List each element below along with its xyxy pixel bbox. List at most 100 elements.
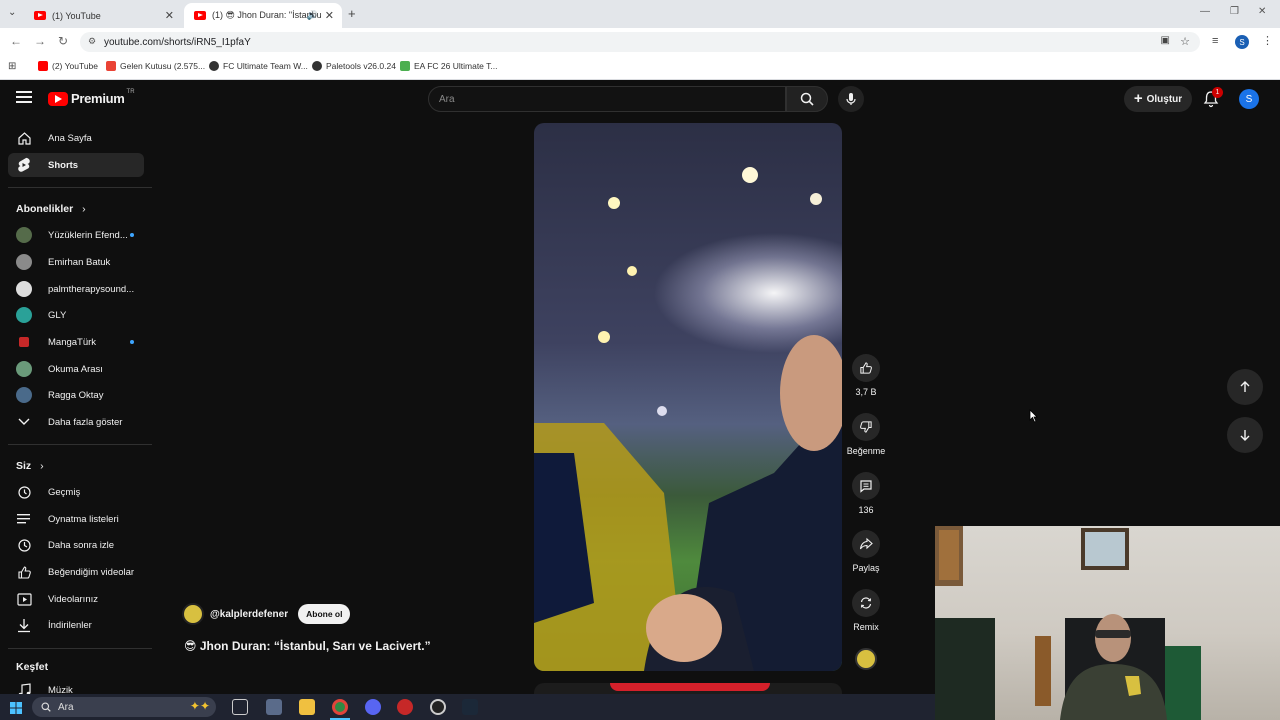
sidebar-item-label: Oynatma listeleri (48, 513, 119, 525)
youtube-header: Premium TR Ara + Oluştur 1 S (0, 80, 1280, 120)
sidebar-item-liked-videos[interactable]: Beğendiğim videolar (8, 560, 144, 584)
bookmark-star-icon[interactable]: ☆ (1180, 35, 1190, 48)
account-avatar[interactable]: S (1239, 89, 1259, 109)
you-heading[interactable]: Siz › (16, 460, 44, 472)
youtube-favicon-icon (38, 61, 48, 71)
install-app-icon[interactable]: ▣ (1161, 35, 1170, 46)
sidebar-item-label: İndirilenler (48, 619, 92, 631)
remix-button[interactable]: Remix (848, 589, 884, 632)
sidebar-item-subscription[interactable]: Ragga Oktay (8, 383, 144, 407)
media-controls-icon[interactable]: ≡ (1212, 35, 1218, 47)
create-button[interactable]: + Oluştur (1124, 86, 1192, 112)
minimize-icon[interactable]: — (1200, 6, 1210, 17)
globe-icon (209, 61, 219, 71)
sidebar-item-home[interactable]: Ana Sayfa (8, 126, 144, 150)
channel-handle[interactable]: @kalplerdefener (210, 609, 288, 620)
share-button[interactable]: Paylaş (848, 530, 884, 573)
next-short-button[interactable] (1227, 417, 1263, 453)
sidebar-item-subscription[interactable]: GLY (8, 303, 144, 327)
like-button[interactable]: 3,7 B (848, 354, 884, 397)
bookmark-ea-fc[interactable]: EA FC 26 Ultimate T... (400, 61, 497, 71)
youtube-favicon-icon (194, 11, 206, 20)
bookmark-paletools[interactable]: Paletools v26.0.24 (312, 61, 396, 71)
channel-avatar (16, 361, 32, 377)
file-explorer-icon[interactable] (299, 699, 315, 715)
bookmark-fc-ultimate[interactable]: FC Ultimate Team W... (209, 61, 308, 71)
create-label: Oluştur (1146, 93, 1183, 105)
search-button[interactable] (786, 86, 828, 112)
history-icon (16, 484, 32, 500)
apps-grid-icon[interactable]: ⊞ (8, 61, 16, 72)
browser-tab-bar: ⌄ (1) YouTube ✕ (1) 😎 Jhon Duran: "İstan… (0, 0, 1280, 28)
channel-avatar (16, 254, 32, 270)
obs-icon[interactable] (397, 699, 413, 715)
youtube-favicon-icon (34, 11, 46, 20)
logo-text: Premium (71, 91, 125, 106)
notifications-button[interactable]: 1 (1203, 87, 1223, 113)
shorts-video-player[interactable] (534, 123, 842, 671)
tab-search-chevron-icon[interactable]: ⌄ (8, 7, 16, 18)
voice-search-button[interactable] (838, 86, 864, 112)
profile-avatar-icon[interactable]: S (1235, 35, 1249, 49)
calculator-icon[interactable] (266, 699, 282, 715)
sidebar-item-history[interactable]: Geçmiş (8, 480, 144, 504)
bookmark-youtube[interactable]: (2) YouTube (38, 61, 98, 71)
channel-avatar[interactable] (182, 603, 204, 625)
video-frame-illustration (534, 167, 842, 671)
show-more-button[interactable]: Daha fazla göster (8, 410, 144, 434)
menu-icon[interactable] (16, 90, 32, 109)
previous-short-button[interactable] (1227, 369, 1263, 405)
tab-youtube-home[interactable]: (1) YouTube ✕ (24, 3, 182, 28)
sidebar-item-your-videos[interactable]: Videolarınız (8, 587, 144, 611)
sidebar-item-subscription[interactable]: Yüzüklerin Efend... (8, 223, 144, 247)
taskbar-search-input[interactable]: Ara ✦✦ (32, 697, 216, 717)
reload-icon[interactable]: ↻ (58, 34, 68, 48)
comment-count: 136 (858, 505, 874, 515)
close-tab-icon[interactable]: ✕ (325, 9, 334, 22)
dislike-button[interactable]: Beğenme (844, 413, 888, 456)
youtube-premium-logo[interactable]: Premium TR (48, 89, 135, 106)
taskbar-search-placeholder: Ara (58, 701, 74, 713)
close-window-icon[interactable]: ✕ (1258, 6, 1266, 17)
new-tab-icon[interactable]: + (348, 6, 356, 21)
sidebar-item-label: Yüzüklerin Efend... (48, 229, 128, 241)
sidebar-item-subscription[interactable]: Okuma Arası (8, 357, 144, 381)
subscriptions-heading[interactable]: Abonelikler › (16, 203, 86, 215)
sidebar-item-subscription[interactable]: palmtherapysound... (8, 277, 144, 301)
sidebar-item-playlists[interactable]: Oynatma listeleri (8, 507, 144, 531)
chrome-icon[interactable] (332, 699, 348, 715)
comments-button[interactable]: 136 (848, 472, 884, 515)
discord-icon[interactable] (365, 699, 381, 715)
audio-playing-icon[interactable]: 🔊 (307, 10, 318, 21)
sidebar-item-label: palmtherapysound... (48, 283, 135, 295)
site-info-icon[interactable]: ⚙ (88, 36, 96, 47)
shorts-icon (16, 157, 32, 173)
close-tab-icon[interactable]: ✕ (165, 9, 174, 22)
you-title: Siz (16, 460, 32, 472)
sidebar-item-downloads[interactable]: İndirilenler (8, 613, 144, 637)
sidebar-item-subscription[interactable]: MangaTürk (8, 330, 144, 354)
comment-icon (852, 472, 880, 500)
back-icon[interactable]: ← (10, 34, 22, 48)
restore-icon[interactable]: ❐ (1230, 6, 1239, 17)
youtube-logo-icon (48, 91, 68, 106)
browser-menu-icon[interactable]: ⋮ (1262, 34, 1273, 47)
windows-taskbar: Ara ✦✦ (0, 694, 935, 720)
sidebar-item-shorts[interactable]: Shorts (8, 153, 144, 177)
subscribe-button[interactable]: Abone ol (298, 604, 351, 624)
like-count: 3,7 B (855, 387, 877, 397)
steam-icon[interactable] (462, 699, 478, 715)
forward-icon[interactable]: → (34, 34, 46, 48)
app-icon[interactable] (430, 699, 446, 715)
sidebar-item-label: Daha fazla göster (48, 416, 123, 428)
tab-current-short[interactable]: (1) 😎 Jhon Duran: "İstanbu 🔊 ✕ (184, 3, 342, 28)
url-field[interactable]: ⚙ youtube.com/shorts/iRN5_I1pfaY ☆ ▣ (80, 32, 1200, 52)
task-view-icon[interactable] (232, 699, 248, 715)
sidebar-item-subscription[interactable]: Emirhan Batuk (8, 250, 144, 274)
bookmark-gmail[interactable]: Gelen Kutusu (2.575... (106, 61, 205, 71)
sidebar-item-music[interactable]: Müzik (8, 678, 144, 694)
search-input[interactable]: Ara (428, 86, 786, 112)
sidebar-item-watch-later[interactable]: Daha sonra izle (8, 533, 144, 557)
windows-start-icon[interactable] (10, 701, 22, 719)
sound-source-avatar[interactable] (855, 648, 877, 670)
